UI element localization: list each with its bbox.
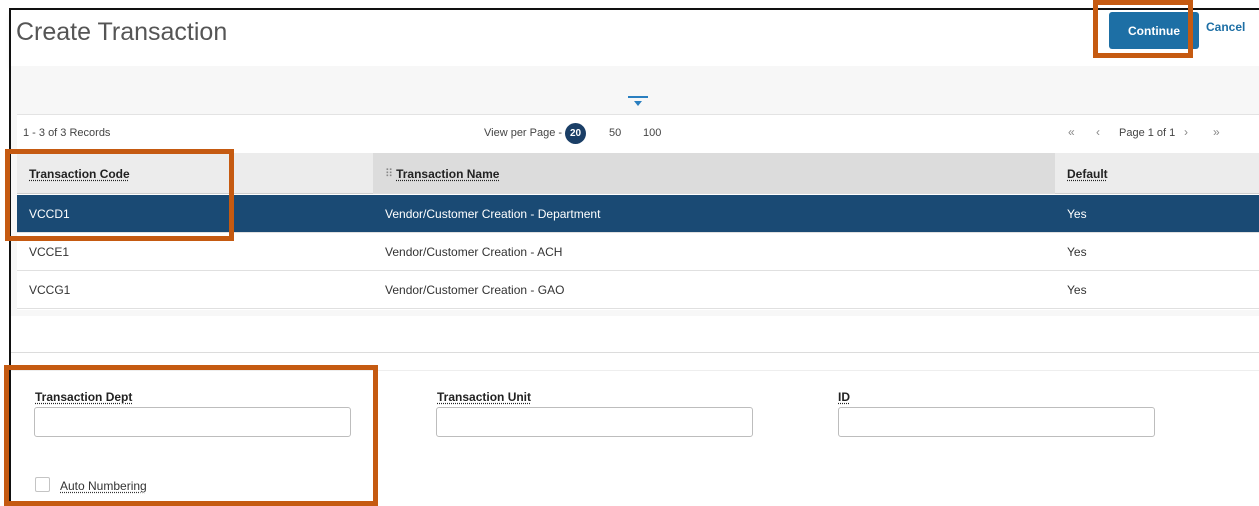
page-title: Create Transaction — [16, 18, 228, 46]
table-header: Transaction Code ⠿ Transaction Name Defa… — [17, 153, 1259, 194]
column-label: Transaction Code — [29, 166, 130, 181]
cell-code: VCCD1 — [29, 207, 70, 221]
results-panel: 1 - 3 of 3 Records View per Page - 20 50… — [11, 66, 1259, 316]
transaction-dept-input[interactable] — [34, 407, 351, 437]
first-page-icon[interactable]: « — [1068, 125, 1075, 139]
page-size-100[interactable]: 100 — [643, 127, 661, 139]
id-label: ID — [838, 390, 850, 404]
page-info: Page 1 of 1 — [1119, 127, 1176, 139]
cell-code: VCCG1 — [29, 283, 71, 297]
pager-bar: 1 - 3 of 3 Records View per Page - 20 50… — [17, 115, 1259, 151]
results-grid: 1 - 3 of 3 Records View per Page - 20 50… — [17, 114, 1259, 310]
cell-default: Yes — [1067, 207, 1087, 221]
cell-code: VCCE1 — [29, 245, 70, 259]
cell-name: Vendor/Customer Creation - Department — [385, 207, 601, 221]
page-size-50[interactable]: 50 — [609, 127, 621, 139]
cell-name: Vendor/Customer Creation - GAO — [385, 283, 565, 297]
column-drag-handle-icon[interactable]: ⠿ — [385, 167, 393, 180]
column-header-default[interactable]: Default — [1055, 153, 1259, 194]
column-label: Transaction Name — [396, 166, 500, 181]
cell-default: Yes — [1067, 245, 1087, 259]
last-page-icon[interactable]: » — [1213, 125, 1220, 139]
column-label: Default — [1067, 166, 1108, 181]
auto-numbering-checkbox[interactable] — [35, 477, 50, 492]
table-row[interactable]: VCCD1 Vendor/Customer Creation - Departm… — [17, 195, 1259, 233]
filter-toggle-icon[interactable] — [627, 94, 649, 108]
section-divider — [11, 352, 1259, 353]
table-row[interactable]: VCCG1 Vendor/Customer Creation - GAO Yes — [17, 271, 1259, 309]
transaction-unit-label: Transaction Unit — [437, 390, 532, 404]
page-header: Create Transaction Continue Cancel — [11, 10, 1259, 66]
prev-page-icon[interactable]: ‹ — [1096, 125, 1100, 139]
page-size-20[interactable]: 20 — [565, 123, 586, 144]
cancel-button[interactable]: Cancel — [1206, 20, 1245, 34]
table-row[interactable]: VCCE1 Vendor/Customer Creation - ACH Yes — [17, 233, 1259, 271]
id-input[interactable] — [838, 407, 1155, 437]
transaction-unit-input[interactable] — [436, 407, 753, 437]
continue-button[interactable]: Continue — [1109, 12, 1199, 49]
column-header-transaction-name[interactable]: ⠿ Transaction Name — [373, 153, 1055, 194]
records-count: 1 - 3 of 3 Records — [23, 127, 111, 139]
section-divider — [11, 370, 1259, 371]
transaction-dept-label: Transaction Dept — [35, 390, 133, 404]
cell-name: Vendor/Customer Creation - ACH — [385, 245, 563, 259]
column-header-transaction-code[interactable]: Transaction Code — [17, 153, 373, 194]
auto-numbering-label[interactable]: Auto Numbering — [60, 479, 147, 493]
next-page-icon[interactable]: › — [1184, 125, 1188, 139]
view-per-page-label: View per Page - — [484, 127, 563, 139]
cell-default: Yes — [1067, 283, 1087, 297]
